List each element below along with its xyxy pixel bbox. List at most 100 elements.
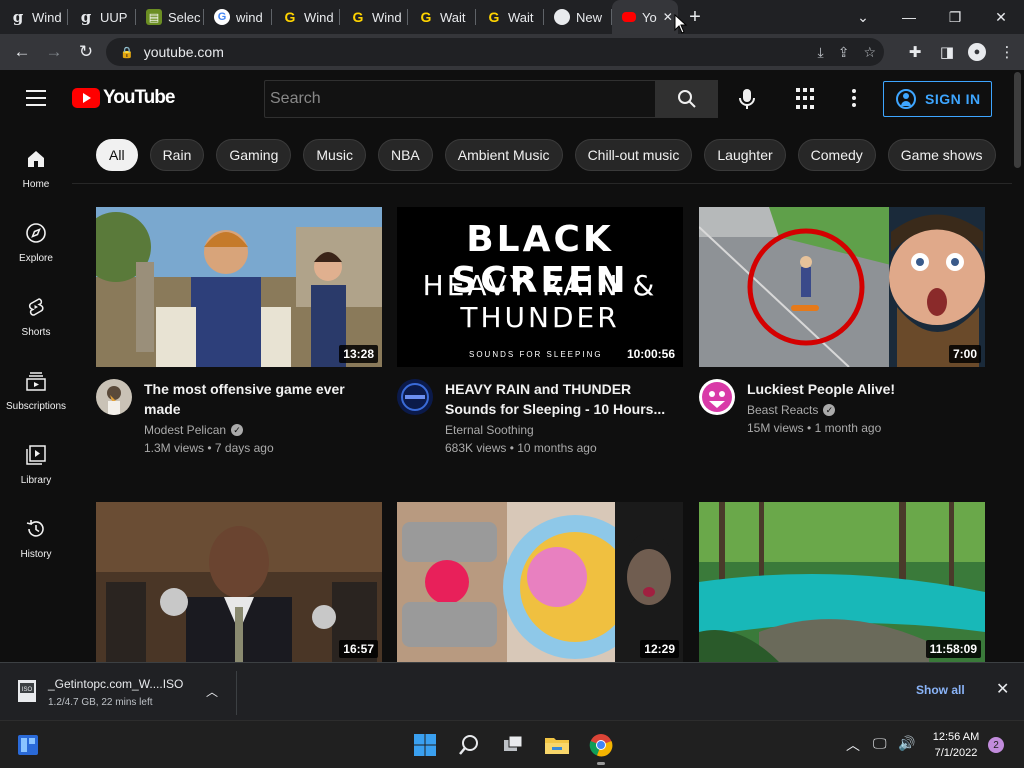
restore-button[interactable]: ❐	[932, 0, 978, 34]
page-scrollbar[interactable]	[1012, 70, 1024, 662]
upload-age: 10 months ago	[517, 441, 597, 455]
search-box	[264, 80, 656, 118]
share-icon[interactable]: ⇪	[838, 44, 850, 61]
hamburger-menu-icon[interactable]	[26, 90, 46, 106]
site-icon: ▤	[146, 9, 162, 25]
download-item[interactable]: ISO _Getintopc.com_W....ISO 1.2/4.7 GB, …	[14, 675, 236, 711]
video-duration: 13:28	[339, 345, 378, 363]
sidebar-item-explore[interactable]: Explore	[0, 200, 72, 274]
view-count: 683K views	[445, 441, 507, 455]
side-panel-icon[interactable]: ◨	[936, 36, 958, 68]
chip-gaming[interactable]: Gaming	[216, 138, 292, 171]
close-window-button[interactable]: ✕	[978, 0, 1024, 34]
video-card: 11:58:09	[699, 502, 985, 662]
search-taskbar-icon[interactable]	[455, 731, 483, 759]
g-yellow-icon: G	[488, 9, 500, 25]
file-explorer-icon[interactable]	[543, 731, 571, 759]
scrollbar-thumb[interactable]	[1014, 72, 1021, 168]
chip-rain[interactable]: Rain	[149, 138, 205, 171]
voice-search-button[interactable]	[733, 85, 761, 113]
chip-game-shows[interactable]: Game shows	[887, 138, 996, 171]
install-icon[interactable]: ⤓	[818, 44, 824, 61]
search-input[interactable]	[270, 90, 655, 108]
channel-name-row: Eternal Soothing	[445, 423, 534, 437]
tab-search-icon[interactable]: ⌄	[840, 0, 886, 34]
chip-laughter[interactable]: Laughter	[704, 138, 786, 171]
settings-kebab-icon[interactable]	[848, 86, 860, 110]
video-title[interactable]: HEAVY RAIN and THUNDER Sounds for Sleepi…	[445, 379, 677, 419]
video-thumbnail[interactable]: 11:58:09	[699, 502, 985, 662]
channel-name[interactable]: Eternal Soothing	[445, 423, 534, 437]
reload-button[interactable]: ↻	[70, 36, 102, 68]
browser-tab[interactable]: G Wind	[272, 0, 340, 34]
video-title[interactable]: The most offensive game ever made	[144, 379, 376, 419]
bookmark-star-icon[interactable]: ☆	[863, 44, 876, 61]
browser-tab-active[interactable]: Yo ✕	[612, 0, 678, 34]
browser-tab[interactable]: G Wind	[340, 0, 408, 34]
chrome-taskbar-icon[interactable]	[587, 731, 615, 765]
video-duration: 10:00:56	[622, 345, 679, 363]
back-button[interactable]: ←	[6, 36, 38, 68]
search-button[interactable]	[655, 80, 718, 118]
browser-menu-icon[interactable]: ⋮	[996, 36, 1018, 68]
game-scene-thumbnail-image	[96, 207, 382, 367]
video-thumbnail[interactable]: 13:28	[96, 207, 382, 367]
channel-avatar[interactable]	[397, 379, 433, 415]
video-title[interactable]: Luckiest People Alive!	[747, 379, 979, 399]
channel-name[interactable]: Modest Pelican	[144, 423, 226, 437]
window-controls: ⌄ — ❐ ✕	[840, 0, 1024, 34]
task-view-icon[interactable]	[499, 731, 527, 759]
chip-music[interactable]: Music	[303, 138, 366, 171]
sidebar-item-home[interactable]: Home	[0, 126, 72, 200]
forward-button[interactable]: →	[38, 36, 70, 68]
widgets-icon[interactable]	[14, 731, 42, 759]
show-hidden-icons-chevron-icon[interactable]: ︿	[846, 735, 860, 755]
verified-check-icon: ✓	[823, 404, 836, 416]
close-tab-icon[interactable]: ✕	[663, 10, 673, 24]
clock[interactable]: 12:56 AM 7/1/2022	[926, 729, 986, 761]
apps-grid-icon[interactable]	[796, 88, 818, 110]
minimize-button[interactable]: —	[886, 0, 932, 34]
download-bar: ISO _Getintopc.com_W....ISO 1.2/4.7 GB, …	[0, 662, 1024, 720]
video-thumbnail[interactable]: 12:29	[397, 502, 683, 662]
video-thumbnail[interactable]: BLACK SCREEN HEAVY RAIN & THUNDER SOUNDS…	[397, 207, 683, 367]
sidebar-item-shorts[interactable]: Shorts	[0, 274, 72, 348]
video-card: 7:00 Luckiest People Alive! Beast Reacts…	[699, 207, 985, 487]
close-icon[interactable]: ✕	[996, 679, 1009, 699]
chip-comedy[interactable]: Comedy	[797, 138, 876, 171]
show-all-button[interactable]: Show all	[916, 683, 965, 697]
network-icon[interactable]: 🖵	[873, 735, 887, 752]
search-icon	[677, 90, 696, 108]
channel-name[interactable]: Beast Reacts	[747, 403, 818, 417]
video-thumbnail[interactable]: 7:00	[699, 207, 985, 367]
volume-icon[interactable]: 🔊	[898, 735, 915, 752]
chip-all[interactable]: All	[96, 138, 138, 171]
sidebar-item-history[interactable]: History	[0, 496, 72, 570]
chip-nba[interactable]: NBA	[377, 138, 433, 171]
sign-in-button[interactable]: SIGN IN	[883, 81, 992, 117]
screen: g Wind g UUP ▤ Selec Gwind G Wind G Wind G Wai…	[0, 0, 1024, 768]
chip-ambient-music[interactable]: Ambient Music	[444, 138, 563, 171]
browser-tab[interactable]: G Wait	[476, 0, 544, 34]
profile-avatar-icon[interactable]: ●	[968, 43, 986, 61]
start-button-icon[interactable]	[411, 731, 439, 759]
youtube-logo[interactable]: YouTube	[72, 87, 175, 109]
browser-tab[interactable]: New	[544, 0, 612, 34]
extensions-icon[interactable]: ✚	[904, 36, 926, 68]
browser-tab[interactable]: G Wait	[408, 0, 476, 34]
browser-tab[interactable]: g Wind	[0, 0, 68, 34]
sidebar-item-subscriptions[interactable]: Subscriptions	[0, 348, 72, 422]
channel-avatar[interactable]	[699, 379, 735, 415]
browser-tab[interactable]: Gwind	[204, 0, 272, 34]
chevron-up-icon[interactable]: ︿	[206, 683, 218, 700]
sidebar-item-library[interactable]: Library	[0, 422, 72, 496]
address-bar[interactable]: 🔒 youtube.com ⤓ ⇪ ☆	[106, 38, 884, 66]
channel-avatar[interactable]	[96, 379, 132, 415]
courtroom-thumbnail-image	[96, 502, 382, 662]
shorts-icon	[28, 298, 44, 316]
chip-chill-out-music[interactable]: Chill-out music	[574, 138, 693, 171]
browser-tab[interactable]: ▤ Selec	[136, 0, 204, 34]
notification-badge[interactable]: 2	[988, 737, 1004, 753]
browser-tab[interactable]: g UUP	[68, 0, 136, 34]
video-thumbnail[interactable]: 16:57	[96, 502, 382, 662]
